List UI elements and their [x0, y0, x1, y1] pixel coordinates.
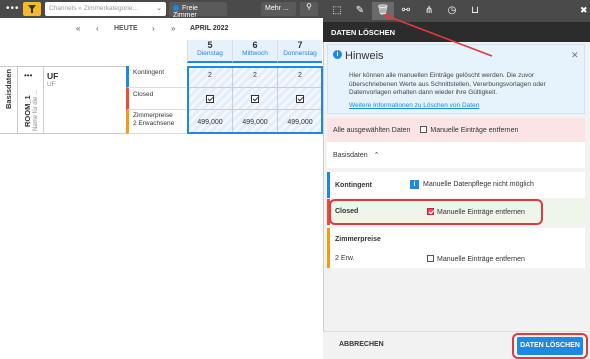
basisdaten-section[interactable]: Basisdaten ⌃: [327, 142, 585, 168]
month-label: APRIL 2022: [190, 25, 229, 32]
channel-select[interactable]: Channels » Zimmerkategorie... ⌄: [45, 2, 166, 16]
day-header[interactable]: 5 Dienstag: [187, 40, 232, 63]
day-header[interactable]: 7 Donnerstag: [277, 40, 322, 63]
history-icon[interactable]: ◷: [441, 2, 463, 20]
kontingent-value: Manuelle Datenpflege nicht möglich: [423, 181, 534, 188]
row-label-text: Kontingent: [133, 69, 165, 76]
room-name: ROOM_1: [23, 95, 32, 127]
room-column[interactable]: ••• ROOM_1 Name für die ...: [18, 66, 44, 134]
grid-cell[interactable]: [187, 88, 232, 110]
grid-cell[interactable]: 2: [277, 66, 322, 88]
kontingent-row: Kontingent i Manuelle Datenpflege nicht m…: [327, 172, 585, 198]
closed-checkbox[interactable]: [206, 95, 214, 103]
more-button[interactable]: Mehr ...: [261, 2, 296, 16]
closed-checkbox[interactable]: [251, 95, 259, 103]
row-label-text: Zimmerpreise: [133, 112, 173, 119]
group-column: Basisdaten: [0, 66, 18, 134]
row-label-text: Closed: [133, 91, 154, 98]
prev-button[interactable]: ‹: [96, 24, 99, 33]
day-number: 6: [252, 40, 258, 50]
hint-close-icon[interactable]: ✕: [571, 50, 579, 61]
info-icon: i: [410, 180, 419, 189]
all-selected-check-label: Manuelle Einträge entfernen: [430, 127, 519, 134]
panel-title: DATEN LÖSCHEN: [323, 22, 590, 42]
zimmerpreise-label: Zimmerpreise: [335, 236, 381, 243]
day-header[interactable]: 6 Mittwoch: [232, 40, 277, 63]
more-label: Mehr ...: [265, 5, 289, 12]
trash-icon[interactable]: 🗑: [372, 2, 394, 20]
all-selected-option[interactable]: Manuelle Einträge entfernen: [420, 126, 519, 134]
rate-title: UF: [47, 71, 59, 81]
all-selected-checkbox[interactable]: [420, 126, 428, 133]
kontingent-label: Kontingent: [335, 182, 372, 189]
link-icon[interactable]: ⚯: [395, 2, 417, 20]
erw-remove-checkbox[interactable]: [427, 255, 434, 262]
closed-checkbox[interactable]: [296, 95, 304, 103]
cancel-button[interactable]: ABBRECHEN: [339, 341, 384, 348]
row-color-bar: [327, 228, 330, 268]
day-number: 5: [207, 40, 213, 50]
close-icon[interactable]: ✖: [580, 5, 588, 16]
today-button[interactable]: HEUTE: [114, 25, 138, 32]
first-page-button[interactable]: «: [76, 24, 80, 33]
menu-dots-icon[interactable]: •••: [6, 3, 20, 14]
info-icon: i: [333, 50, 342, 59]
highlight-box: [512, 333, 588, 359]
group-label: Basisdaten: [4, 68, 13, 109]
row-label-kontingent: Kontingent: [126, 66, 186, 88]
free-rooms-toggle[interactable]: Freie Zimmer: [169, 2, 227, 19]
basisdaten-label: Basisdaten: [333, 152, 368, 159]
row-label-zimmerpreise: Zimmerpreise 2 Erwachsene: [126, 110, 186, 134]
grid-cell[interactable]: 499,000: [232, 110, 277, 134]
room-description: Name für die ...: [33, 89, 39, 131]
day-name: Dienstag: [197, 50, 223, 57]
room-menu-icon[interactable]: •••: [24, 71, 32, 80]
row-color-bar: [327, 172, 330, 198]
next-button[interactable]: ›: [152, 24, 155, 33]
rate-column: UF UF: [44, 66, 126, 134]
grid-cell[interactable]: 2: [187, 66, 232, 88]
last-page-button[interactable]: »: [171, 24, 175, 33]
erw-check-label: Manuelle Einträge entfernen: [437, 256, 525, 263]
day-name: Mittwoch: [242, 50, 268, 57]
hint-text: Hier können alle manuellen Einträge gelö…: [349, 72, 546, 96]
grid-cell[interactable]: 2: [232, 66, 277, 88]
grid-cell[interactable]: 499,000: [277, 110, 322, 134]
all-selected-row: Alle ausgewählten Daten Manuelle Einträg…: [327, 118, 585, 142]
select-cursor-icon[interactable]: ⬚: [326, 2, 348, 20]
grid-cell[interactable]: 499,000: [187, 110, 232, 134]
grid-cell[interactable]: [232, 88, 277, 110]
erw-option[interactable]: Manuelle Einträge entfernen: [427, 255, 525, 263]
all-selected-label: Alle ausgewählten Daten: [333, 127, 411, 134]
erw-label: 2 Erw.: [335, 255, 355, 262]
grid-cell[interactable]: [277, 88, 322, 110]
filter-button[interactable]: [23, 2, 41, 16]
toggle-dot-icon: [173, 5, 179, 11]
hint-title: Hinweis: [345, 50, 384, 62]
filter-icon: [28, 5, 36, 13]
row-label-closed: Closed: [126, 88, 186, 110]
chevron-down-icon: ⌄: [156, 5, 162, 12]
pin-icon[interactable]: ⚲: [300, 2, 318, 16]
row-sublabel: 2 Erwachsene: [133, 120, 175, 127]
rate-subtitle: UF: [47, 81, 56, 88]
hint-link[interactable]: Weitere Informationen zu Löschen von Dat…: [349, 102, 479, 109]
day-number: 7: [297, 40, 303, 50]
channel-select-value: Channels » Zimmerkategorie...: [49, 5, 138, 12]
hierarchy-icon[interactable]: ⋔: [418, 2, 440, 20]
basket-icon[interactable]: ⊔: [464, 2, 486, 20]
zimmerpreise-row: Zimmerpreise 2 Erw. Manuelle Einträge en…: [327, 228, 585, 268]
pencil-icon[interactable]: ✎: [349, 2, 371, 20]
highlight-box: [329, 199, 543, 225]
chevron-up-icon: ⌃: [373, 152, 380, 159]
day-name: Donnerstag: [283, 50, 317, 57]
